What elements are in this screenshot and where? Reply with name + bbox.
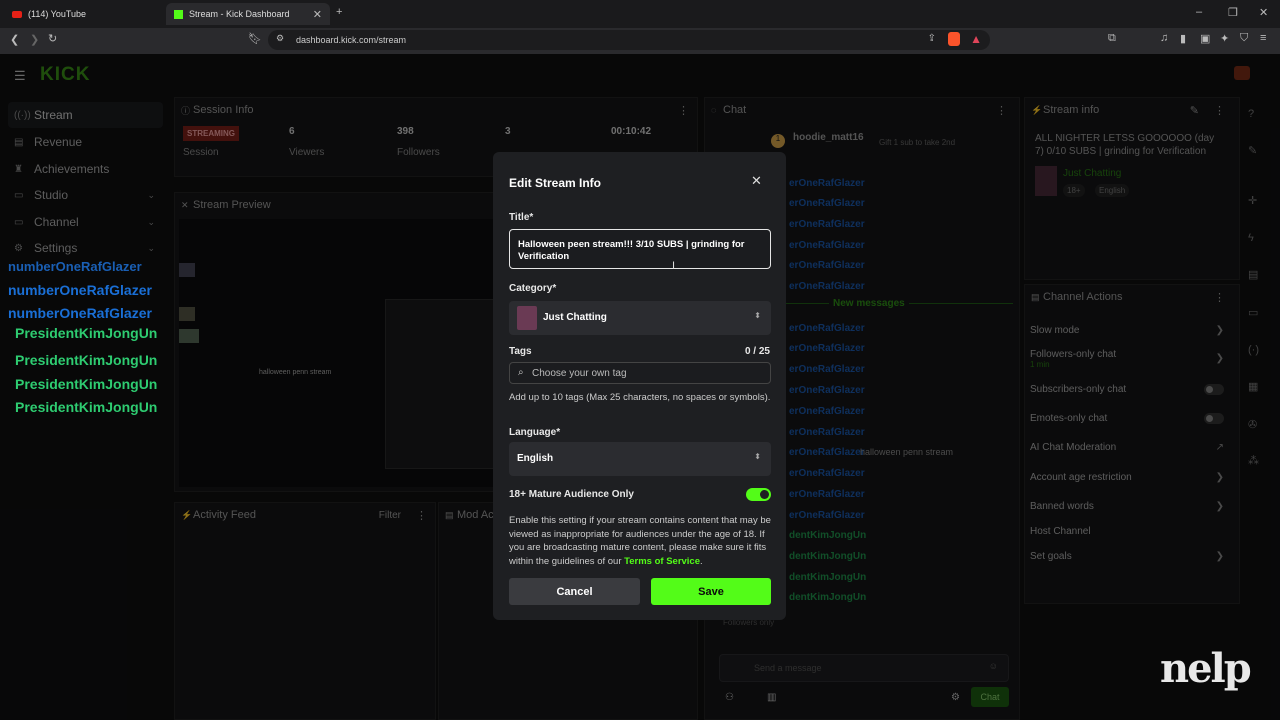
category-label: Category* (509, 283, 557, 294)
tags-label: Tags (509, 346, 532, 357)
sidebar-icon[interactable]: ▮ (1180, 32, 1186, 45)
new-tab-icon[interactable]: + (336, 6, 342, 18)
reload-icon[interactable]: ↻ (48, 32, 57, 45)
media-icon[interactable]: ♫ (1160, 32, 1168, 44)
tags-input[interactable]: ⌕ Choose your own tag (509, 362, 771, 384)
mature-help: Enable this setting if your stream conta… (509, 515, 771, 567)
overlay-chat-name: PresidentKimJongUn (15, 325, 158, 341)
save-button[interactable]: Save (651, 578, 771, 605)
bookmark-icon[interactable]: 🔖︎ (248, 32, 262, 45)
browser-tab-youtube[interactable]: (114) YouTube (4, 3, 164, 25)
overlay-chat-name: PresidentKimJongUn (15, 399, 158, 415)
extensions-icon[interactable]: ⧉ (1108, 32, 1116, 45)
address-bar[interactable]: ⚙ dashboard.kick.com/stream ⇪ ▲ (268, 30, 990, 50)
browser-tab-bar: (114) YouTube Stream - Kick Dashboard ✕ … (0, 0, 1280, 28)
kick-favicon-icon (174, 9, 183, 19)
language-label: Language* (509, 427, 561, 438)
select-arrows-icon: ⬍ (754, 311, 761, 320)
share-icon[interactable]: ⇪ (928, 33, 936, 44)
close-tab-icon[interactable]: ✕ (313, 8, 322, 21)
maximize-icon[interactable]: ❐ (1228, 6, 1238, 19)
overlay-chat-name: numberOneRafGlazer (8, 305, 152, 321)
wallet-icon[interactable]: ▣ (1200, 32, 1210, 45)
mature-label: 18+ Mature Audience Only (509, 489, 634, 500)
rewards-icon[interactable]: ▲ (970, 32, 982, 46)
category-value: Just Chatting (543, 312, 607, 323)
language-value: English (517, 453, 554, 464)
browser-tab-kick[interactable]: Stream - Kick Dashboard ✕ (166, 3, 330, 25)
overlay-chat-name: numberOneRafGlazer (8, 282, 152, 298)
title-input[interactable]: Halloween peen stream!!! 3/10 SUBS | gri… (509, 229, 771, 269)
forward-icon[interactable]: ❯ (30, 33, 39, 46)
tags-help: Add up to 10 tags (Max 25 characters, no… (509, 392, 771, 403)
close-window-icon[interactable]: ✕ (1259, 6, 1268, 19)
tab-title: (114) YouTube (28, 9, 87, 19)
overlay-chat-name: PresidentKimJongUn (15, 376, 158, 392)
category-thumbnail (517, 306, 537, 330)
shield-icon[interactable]: ⛉ (1240, 32, 1248, 45)
close-icon[interactable]: ✕ (751, 173, 762, 189)
category-select[interactable]: Just Chatting ⬍ (509, 301, 771, 335)
text-cursor-icon: I (672, 260, 676, 272)
mature-toggle[interactable] (746, 488, 771, 501)
title-label: Title* (509, 212, 534, 223)
watermark-logo: nelp (1160, 645, 1252, 692)
language-select[interactable]: English ⬍ (509, 442, 771, 476)
edit-stream-info-modal: Edit Stream Info ✕ Title* Halloween peen… (493, 152, 786, 620)
minimize-icon[interactable]: – (1196, 6, 1202, 18)
menu-icon[interactable]: ≡ (1260, 32, 1266, 44)
tags-placeholder: Choose your own tag (532, 368, 627, 379)
toggle-knob (760, 490, 769, 499)
overlay-chat-name: PresidentKimJongUn (15, 352, 158, 368)
brave-shield-icon[interactable] (948, 32, 960, 46)
tab-title: Stream - Kick Dashboard (189, 9, 290, 19)
overlay-chat-name: numberOneRafGlazer (8, 259, 142, 274)
modal-title: Edit Stream Info (509, 176, 602, 190)
ai-icon[interactable]: ✦ (1220, 32, 1229, 45)
cancel-button[interactable]: Cancel (509, 578, 640, 605)
youtube-icon (12, 10, 22, 18)
tags-count: 0 / 25 (744, 346, 770, 357)
back-icon[interactable]: ❮ (10, 33, 19, 46)
select-arrows-icon: ⬍ (754, 452, 761, 461)
site-settings-icon[interactable]: ⚙ (276, 33, 284, 44)
terms-of-service-link[interactable]: Terms of Service (624, 556, 700, 567)
search-icon: ⌕ (518, 367, 524, 378)
url-text: dashboard.kick.com/stream (296, 35, 407, 45)
